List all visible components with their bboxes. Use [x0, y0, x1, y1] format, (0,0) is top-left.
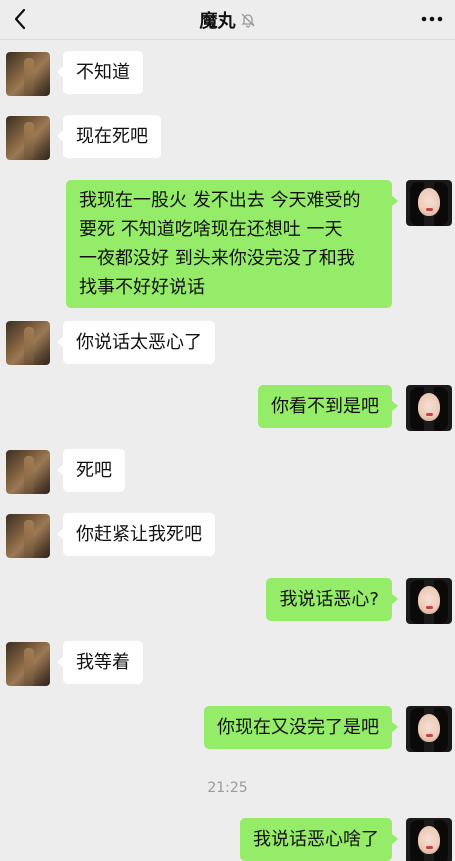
incoming-message[interactable]: 你赶紧让我死吧	[57, 513, 215, 556]
chat-title-group: 魔丸	[0, 6, 455, 34]
chat-title: 魔丸	[199, 11, 236, 32]
message-line: 要死 不知道吃啥现在还想吐 一天	[79, 219, 343, 240]
outgoing-message[interactable]: 你看不到是吧	[258, 385, 398, 428]
my-avatar[interactable]	[406, 385, 452, 431]
contact-avatar[interactable]	[6, 642, 50, 686]
contact-avatar[interactable]	[6, 450, 50, 494]
incoming-message[interactable]: 不知道	[57, 51, 143, 94]
incoming-message[interactable]: 你说话太恶心了	[57, 321, 215, 364]
message-line: 一夜都没好 到头来你没完没了和我	[79, 248, 355, 269]
incoming-message[interactable]: 现在死吧	[57, 115, 161, 158]
message-timestamp: 21:25	[207, 780, 248, 796]
contact-avatar[interactable]	[6, 321, 50, 365]
contact-avatar[interactable]	[6, 514, 50, 558]
outgoing-message[interactable]: 我现在一股火 发不出去 今天难受的 要死 不知道吃啥现在还想吐 一天 一夜都没好…	[66, 180, 398, 308]
incoming-message[interactable]: 死吧	[57, 449, 125, 492]
my-avatar[interactable]	[406, 578, 452, 624]
my-avatar[interactable]	[406, 706, 452, 752]
outgoing-message[interactable]: 我说话恶心?	[266, 578, 398, 621]
message-line: 找事不好好说话	[79, 277, 205, 298]
more-dots-icon	[421, 16, 443, 22]
my-avatar[interactable]	[406, 180, 452, 226]
chat-header: 魔丸	[0, 0, 455, 40]
contact-avatar[interactable]	[6, 52, 50, 96]
more-options-button[interactable]	[417, 6, 447, 32]
bell-muted-icon	[240, 13, 255, 28]
my-avatar[interactable]	[406, 818, 452, 861]
outgoing-message[interactable]: 你现在又没完了是吧	[204, 706, 398, 749]
incoming-message[interactable]: 我等着	[57, 641, 143, 684]
message-line: 我现在一股火 发不出去 今天难受的	[79, 190, 361, 211]
contact-avatar[interactable]	[6, 116, 50, 160]
outgoing-message[interactable]: 我说话恶心啥了	[240, 818, 398, 861]
